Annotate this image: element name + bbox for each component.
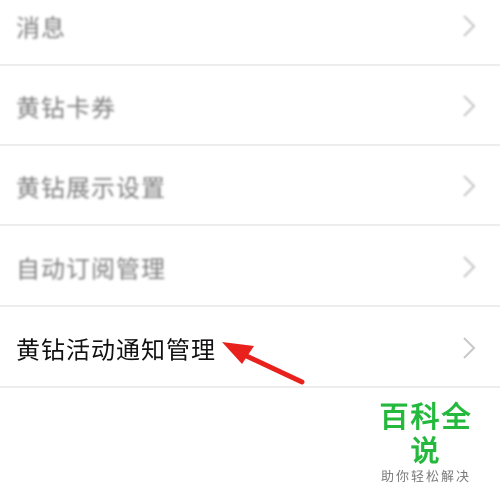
chevron-right-icon (463, 175, 476, 197)
menu-item-yellow-diamond-coupons[interactable]: 黄钻卡券 (0, 68, 500, 146)
menu-item-label: 黄钻展示设置 (16, 174, 166, 203)
watermark-slogan: 助你轻松解决 (380, 470, 471, 485)
watermark-logo: 百科全说 助你轻松解决 (366, 400, 486, 486)
chevron-right-icon (463, 15, 476, 37)
menu-item-label: 自动订阅管理 (16, 255, 166, 284)
watermark-brand: 百科全说 (379, 400, 473, 468)
menu-item-label: 黄钻活动通知管理 (16, 336, 216, 365)
red-arrow-pointer-icon (222, 342, 305, 385)
menu-item-yellow-diamond-display-settings[interactable]: 黄钻展示设置 (0, 148, 500, 226)
chevron-right-icon (463, 337, 476, 359)
chevron-right-icon (463, 95, 476, 117)
menu-item-label: 消息 (16, 14, 66, 43)
menu-item-auto-subscription-management[interactable]: 自动订阅管理 (0, 229, 500, 307)
chevron-right-icon (463, 256, 476, 278)
menu-item-messages[interactable]: 消息 (0, 0, 500, 66)
menu-item-label: 黄钻卡券 (16, 94, 116, 123)
screen: 消息 黄钻卡券 黄钻展示设置 自动订阅管理 黄钻活动通知管理 百科全说 助你轻松… (0, 0, 500, 500)
